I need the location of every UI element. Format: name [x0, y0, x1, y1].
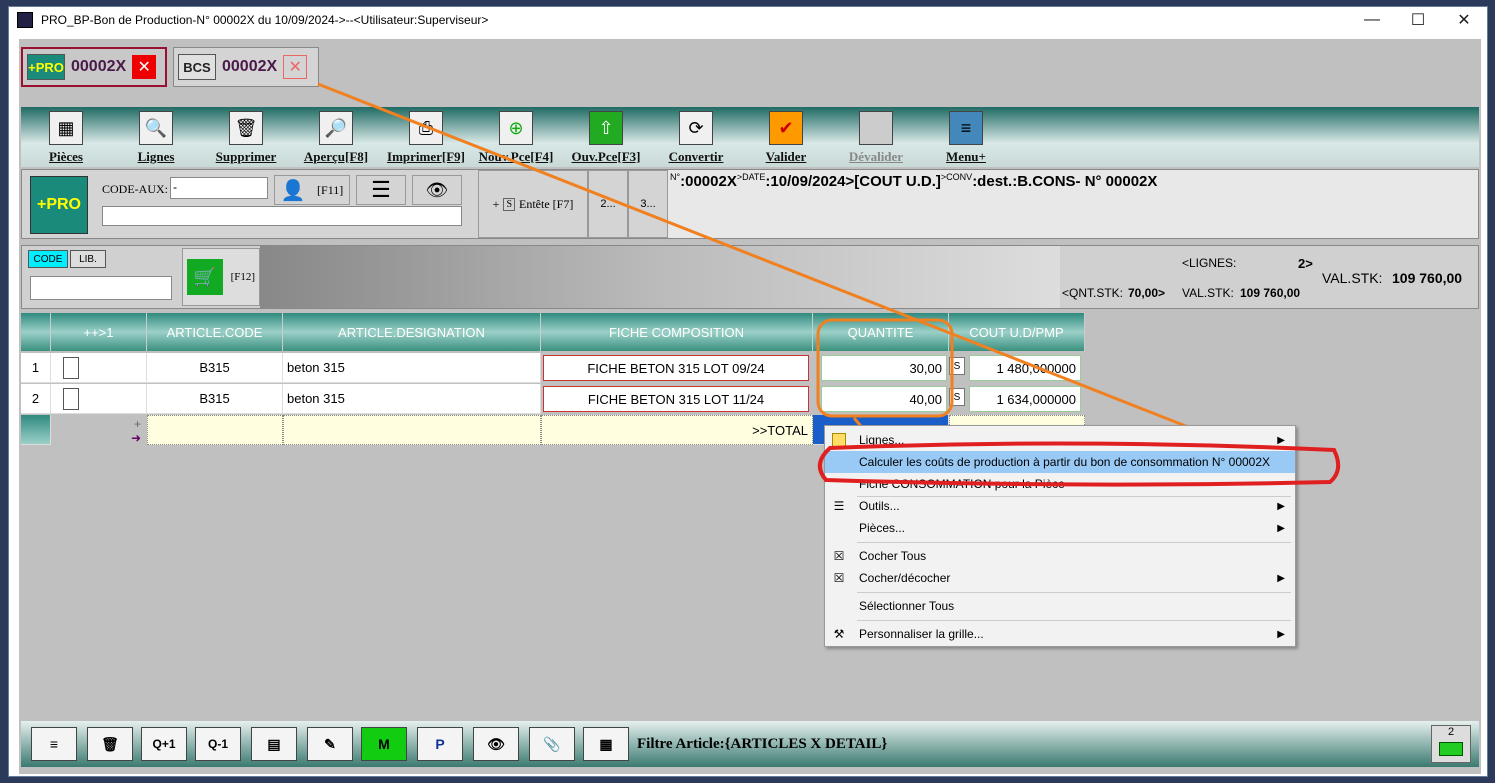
annotation-overlay-red	[818, 441, 1341, 487]
annotation-red-ellipse	[818, 441, 1341, 487]
